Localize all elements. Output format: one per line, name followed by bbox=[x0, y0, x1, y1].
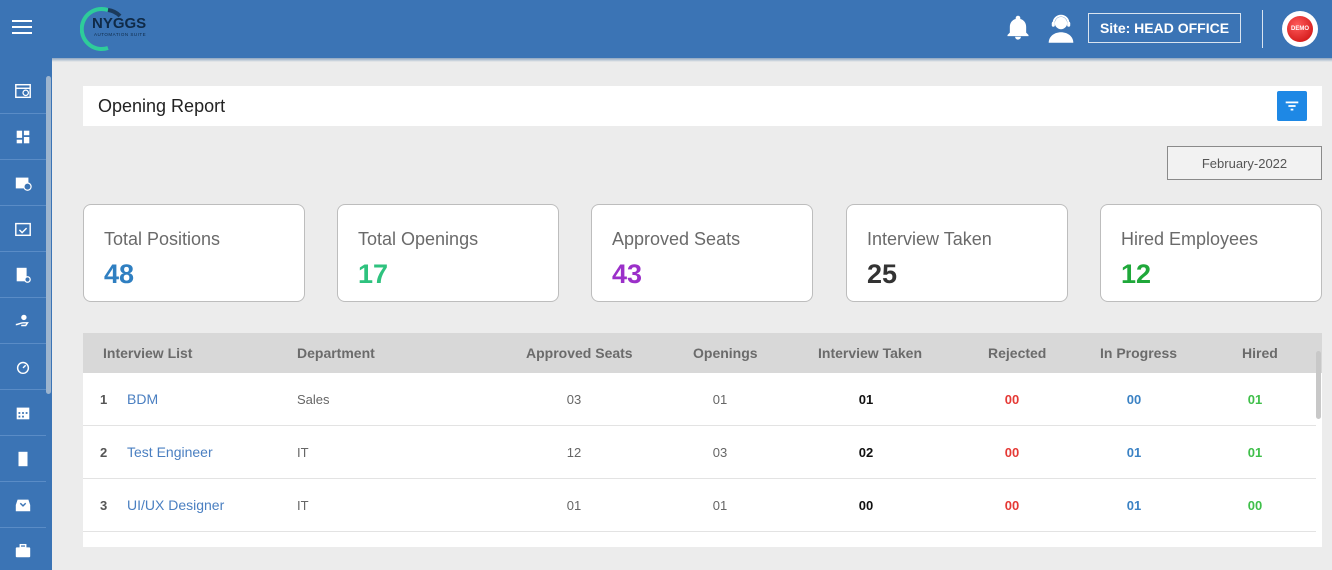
report-header: Opening Report bbox=[83, 86, 1322, 126]
progress-cell: 01 bbox=[1126, 445, 1142, 460]
sidebar bbox=[0, 58, 52, 570]
bell-icon[interactable] bbox=[1004, 14, 1032, 42]
card-value: 48 bbox=[104, 259, 135, 289]
column-header[interactable]: Openings bbox=[693, 345, 758, 361]
openings-cell: 03 bbox=[712, 445, 728, 460]
header-divider bbox=[1262, 10, 1263, 48]
table-header: Interview List Department Approved Seats… bbox=[83, 333, 1322, 373]
site-selector-button[interactable]: Site: HEAD OFFICE bbox=[1088, 13, 1241, 43]
hired-cell: 01 bbox=[1247, 392, 1263, 407]
column-header[interactable]: Hired bbox=[1242, 345, 1278, 361]
logo-wordmark: NYGGS bbox=[92, 15, 147, 32]
sidebar-item-dashboard[interactable] bbox=[0, 114, 46, 160]
filter-button[interactable] bbox=[1277, 91, 1307, 121]
support-agent-icon[interactable] bbox=[1046, 12, 1076, 44]
column-header[interactable]: Rejected bbox=[988, 345, 1046, 361]
card-value: 12 bbox=[1121, 259, 1152, 289]
dashboard-icon bbox=[16, 130, 30, 143]
calendar-check-icon bbox=[15, 222, 31, 236]
logo-subtext: AUTOMATION SUITE bbox=[94, 32, 147, 37]
calendar-grid-icon bbox=[16, 407, 30, 419]
sidebar-item-attendance[interactable] bbox=[0, 68, 46, 114]
card-total-openings: Total Openings 17 bbox=[337, 204, 559, 302]
column-header[interactable]: In Progress bbox=[1100, 345, 1177, 361]
top-bar-shadow bbox=[0, 58, 1332, 62]
avatar[interactable]: DEMO bbox=[1282, 11, 1318, 47]
rejected-cell: 00 bbox=[1004, 498, 1020, 513]
calendar-add-icon bbox=[15, 177, 32, 191]
card-value: 17 bbox=[358, 259, 389, 289]
sidebar-scrollbar[interactable] bbox=[46, 76, 51, 394]
column-header[interactable]: Interview Taken bbox=[818, 345, 922, 361]
taken-cell: 01 bbox=[858, 392, 874, 407]
row-index: 3 bbox=[100, 498, 108, 513]
page-icon bbox=[18, 451, 28, 466]
rejected-cell: 00 bbox=[1004, 392, 1020, 407]
approved-cell: 01 bbox=[566, 498, 582, 513]
document-settings-icon bbox=[16, 267, 31, 283]
department-cell: Sales bbox=[297, 392, 330, 407]
position-link[interactable]: UI/UX Designer bbox=[127, 497, 224, 513]
sidebar-item-add-event[interactable] bbox=[0, 160, 46, 206]
hired-cell: 00 bbox=[1247, 498, 1263, 513]
openings-cell: 01 bbox=[712, 392, 728, 407]
hired-cell: 01 bbox=[1247, 445, 1263, 460]
taken-cell: 02 bbox=[858, 445, 874, 460]
sidebar-item-calendar[interactable] bbox=[0, 390, 46, 436]
sidebar-item-employees[interactable] bbox=[0, 298, 46, 344]
avatar-badge: DEMO bbox=[1287, 16, 1313, 42]
card-label: Approved Seats bbox=[612, 229, 741, 249]
interview-table: Interview List Department Approved Seats… bbox=[83, 333, 1322, 547]
card-label: Interview Taken bbox=[867, 229, 992, 249]
card-value: 25 bbox=[867, 259, 898, 289]
row-index: 1 bbox=[100, 392, 108, 407]
sidebar-item-timesheet[interactable] bbox=[0, 344, 46, 390]
table-row[interactable]: 2 Test Engineer IT 12 03 02 00 01 01 bbox=[83, 426, 1316, 479]
column-header[interactable]: Interview List bbox=[103, 345, 192, 361]
table-scrollbar[interactable] bbox=[1316, 351, 1321, 419]
card-hired-employees: Hired Employees 12 bbox=[1100, 204, 1322, 302]
approved-cell: 12 bbox=[566, 445, 582, 460]
card-interview-taken: Interview Taken 25 bbox=[846, 204, 1068, 302]
briefcase-icon bbox=[15, 543, 31, 557]
department-cell: IT bbox=[297, 445, 309, 460]
card-value: 43 bbox=[612, 259, 643, 289]
sidebar-item-schedule[interactable] bbox=[0, 206, 46, 252]
menu-icon[interactable] bbox=[12, 20, 32, 36]
position-link[interactable]: BDM bbox=[127, 391, 158, 407]
sidebar-item-inbox[interactable] bbox=[0, 482, 46, 528]
card-label: Total Positions bbox=[104, 229, 221, 249]
card-total-positions: Total Positions 48 bbox=[83, 204, 305, 302]
calendar-clock-icon bbox=[15, 83, 31, 98]
approved-cell: 03 bbox=[566, 392, 582, 407]
card-label: Total Openings bbox=[358, 229, 479, 249]
table-row[interactable]: 3 UI/UX Designer IT 01 01 00 00 01 00 bbox=[83, 479, 1316, 532]
sidebar-item-jobs[interactable] bbox=[0, 528, 46, 570]
timer-icon bbox=[16, 361, 30, 374]
card-approved-seats: Approved Seats 43 bbox=[591, 204, 813, 302]
page-title: Opening Report bbox=[98, 96, 226, 116]
position-link[interactable]: Test Engineer bbox=[127, 444, 213, 460]
sidebar-item-documents[interactable] bbox=[0, 252, 46, 298]
card-label: Hired Employees bbox=[1121, 229, 1259, 249]
row-index: 2 bbox=[100, 445, 108, 460]
taken-cell: 00 bbox=[858, 498, 874, 513]
filter-icon bbox=[1285, 101, 1299, 111]
table-row[interactable]: 1 BDM Sales 03 01 01 00 00 01 bbox=[83, 373, 1316, 426]
progress-cell: 01 bbox=[1126, 498, 1142, 513]
rejected-cell: 00 bbox=[1004, 445, 1020, 460]
department-cell: IT bbox=[297, 498, 309, 513]
hand-user-icon bbox=[15, 314, 29, 326]
progress-cell: 00 bbox=[1126, 392, 1142, 407]
openings-cell: 01 bbox=[712, 498, 728, 513]
sidebar-item-pages[interactable] bbox=[0, 436, 46, 482]
inbox-download-icon bbox=[15, 499, 31, 511]
column-header[interactable]: Approved Seats bbox=[526, 345, 633, 361]
top-bar: AUTOMATION SUITE NYGGS AUTOMATION SUITE … bbox=[0, 0, 1332, 58]
logo[interactable]: AUTOMATION SUITE NYGGS AUTOMATION SUITE bbox=[79, 4, 160, 52]
month-picker[interactable]: February-2022 bbox=[1167, 146, 1322, 180]
column-header[interactable]: Department bbox=[297, 345, 375, 361]
